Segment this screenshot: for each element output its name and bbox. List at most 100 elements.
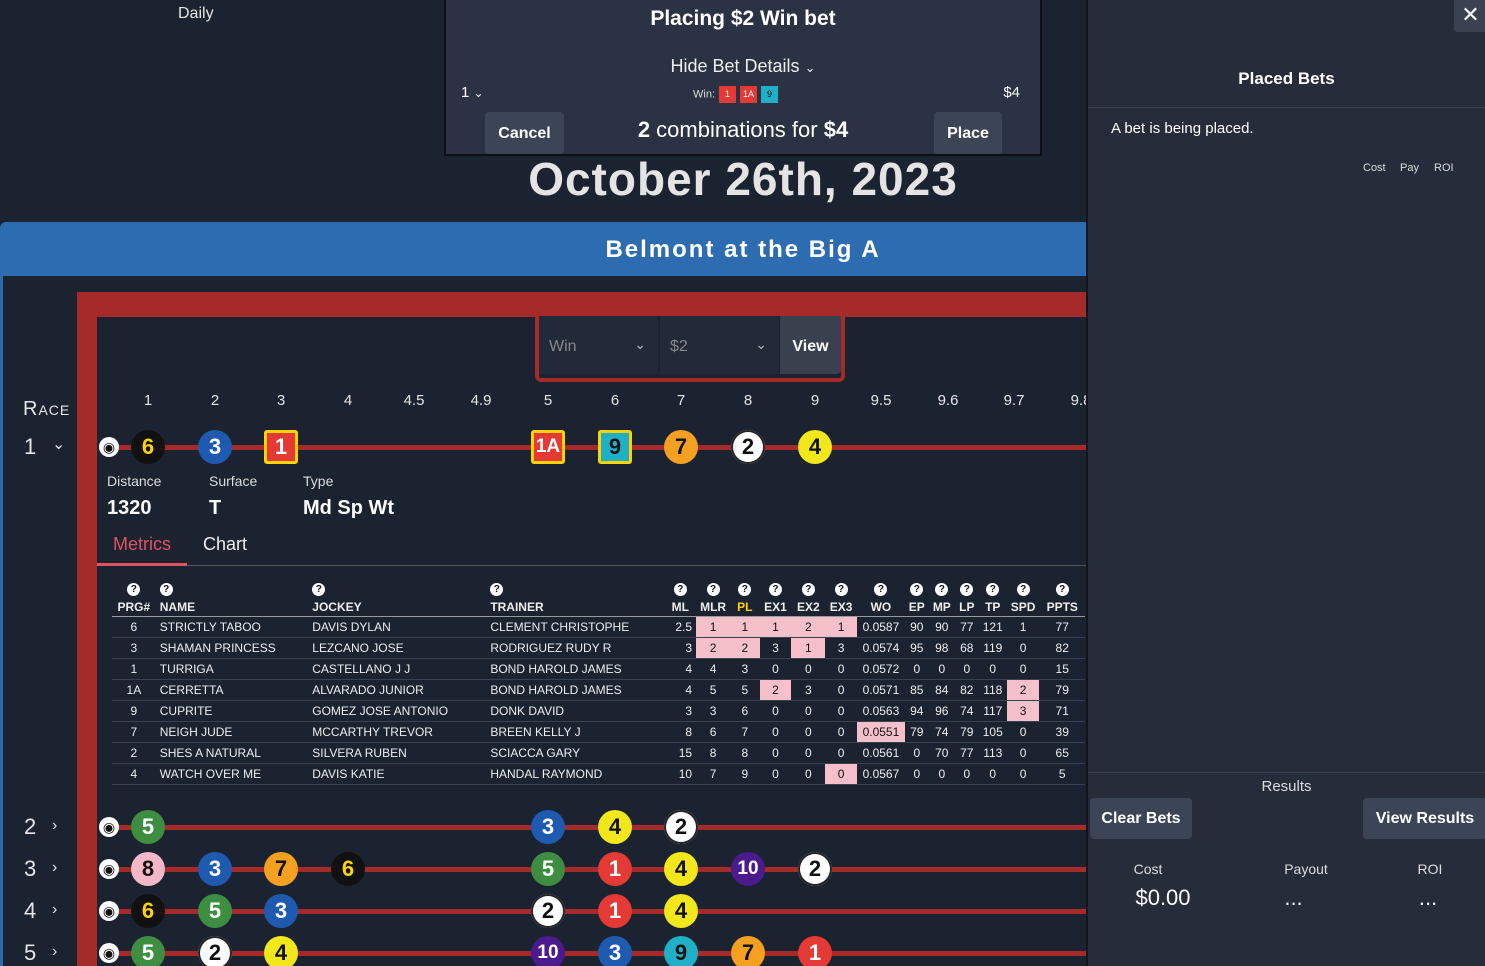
horse-marker[interactable]: 3 [198, 430, 232, 464]
help-icon[interactable]: ? [490, 582, 504, 596]
help-icon[interactable]: ? [768, 582, 782, 596]
horse-marker[interactable]: 4 [664, 852, 698, 886]
horse-marker[interactable]: 1 [798, 936, 832, 966]
column-header[interactable]: SPD [1006, 598, 1040, 617]
quantity-select[interactable]: 1 ⌄ [461, 84, 484, 101]
horse-marker[interactable]: 1 [598, 852, 632, 886]
column-header[interactable]: PPTS [1039, 598, 1085, 617]
cancel-button[interactable]: Cancel [485, 112, 564, 154]
horse-marker[interactable]: 2 [531, 894, 565, 928]
horse-marker[interactable]: 5 [531, 852, 565, 886]
horse-marker[interactable]: 2 [664, 810, 698, 844]
help-icon[interactable]: ? [1016, 582, 1030, 596]
view-results-button[interactable]: View Results [1363, 798, 1485, 839]
help-icon[interactable]: ? [738, 582, 752, 596]
horse-marker[interactable]: 3 [531, 810, 565, 844]
race-number[interactable]: 5 [24, 940, 36, 966]
bet-amount-select[interactable]: $2 ⌄ [660, 316, 779, 374]
help-icon[interactable]: ? [874, 582, 888, 596]
column-header[interactable]: NAME [155, 598, 309, 617]
help-icon[interactable]: ? [834, 582, 848, 596]
horse-marker[interactable]: 5 [198, 894, 232, 928]
race-number[interactable]: 3 [24, 856, 36, 882]
table-row[interactable]: 7 NEIGH JUDE MCCARTHY TREVOR BREEN KELLY J8… [112, 721, 1085, 743]
horse-marker[interactable]: 4 [664, 894, 698, 928]
eye-icon[interactable]: ◉ [99, 943, 119, 963]
chevron-right-icon[interactable]: › [52, 859, 57, 877]
chevron-right-icon[interactable]: › [52, 943, 57, 961]
horse-marker[interactable]: 4 [798, 430, 832, 464]
horse-marker[interactable]: 9 [664, 936, 698, 966]
horse-marker[interactable]: 4 [264, 936, 298, 966]
help-icon[interactable]: ? [127, 582, 141, 596]
race-number[interactable]: 4 [24, 898, 36, 924]
horse-marker[interactable]: 1 [598, 894, 632, 928]
help-icon[interactable]: ? [960, 582, 974, 596]
column-header[interactable]: EX3 [825, 598, 858, 617]
table-row[interactable]: 6 STRICTLY TABOO DAVIS DYLAN CLEMENT CHRIST… [112, 616, 1085, 638]
table-row[interactable]: 9 CUPRITE GOMEZ JOSE ANTONIO DONK DAVID 3 3 6 0… [112, 700, 1085, 722]
horse-marker[interactable]: 1 [264, 430, 298, 464]
horse-marker[interactable]: 2 [198, 936, 232, 966]
table-row[interactable]: 4 WATCH OVER ME DAVIS KATIE HANDAL RAYMOND 1… [112, 763, 1085, 785]
horse-marker[interactable]: 7 [731, 936, 765, 966]
horse-marker[interactable]: 2 [731, 430, 765, 464]
tab-metrics[interactable]: Metrics [113, 534, 171, 555]
close-icon[interactable]: ✕ [1454, 0, 1485, 32]
horse-marker[interactable]: 2 [798, 852, 832, 886]
hide-bet-details-toggle[interactable]: Hide Bet Details ⌄ [446, 56, 1040, 77]
horse-marker[interactable]: 3 [598, 936, 632, 966]
help-icon[interactable]: ? [159, 582, 173, 596]
column-header[interactable]: EP [904, 598, 929, 617]
horse-marker[interactable]: 10 [531, 936, 565, 966]
help-icon[interactable]: ? [312, 582, 326, 596]
horse-marker[interactable]: 6 [131, 894, 165, 928]
horse-marker[interactable]: 3 [264, 894, 298, 928]
place-button[interactable]: Place [934, 112, 1002, 154]
horse-marker[interactable]: 7 [264, 852, 298, 886]
horse-marker[interactable]: 6 [331, 852, 365, 886]
horse-marker[interactable]: 4 [598, 810, 632, 844]
column-header[interactable]: LP [954, 598, 979, 617]
table-row[interactable]: 3 SHAMAN PRINCESS LEZCANO JOSE RODRIGUEZ RU… [112, 637, 1085, 659]
chevron-right-icon[interactable]: › [52, 817, 57, 835]
table-row[interactable]: 1 TURRIGA CASTELLANO J J BOND HAROLD JAMES 4… [112, 658, 1085, 680]
horse-marker[interactable]: 7 [664, 430, 698, 464]
help-icon[interactable]: ? [673, 582, 687, 596]
help-icon[interactable]: ? [910, 582, 924, 596]
eye-icon[interactable]: ◉ [99, 817, 119, 837]
horse-marker[interactable]: 1A [531, 430, 565, 464]
help-icon[interactable]: ? [706, 582, 720, 596]
race-number[interactable]: 1 [24, 434, 36, 460]
column-header[interactable]: MLR [696, 598, 731, 617]
chevron-down-icon[interactable]: ⌄ [52, 434, 65, 454]
column-header[interactable]: MP [928, 598, 955, 617]
horse-marker[interactable]: 6 [131, 430, 165, 464]
column-header[interactable]: ML [664, 598, 697, 617]
column-header[interactable]: EX2 [791, 598, 826, 617]
horse-marker[interactable]: 8 [131, 852, 165, 886]
column-header[interactable]: JOCKEY [308, 598, 487, 617]
help-icon[interactable]: ? [801, 582, 815, 596]
horse-marker[interactable]: 5 [131, 810, 165, 844]
view-button[interactable]: View [780, 316, 841, 374]
eye-icon[interactable]: ◉ [99, 901, 119, 921]
help-icon[interactable]: ? [935, 582, 949, 596]
column-header[interactable]: TP [978, 598, 1007, 617]
eye-icon[interactable]: ◉ [99, 859, 119, 879]
horse-marker[interactable]: 10 [731, 852, 765, 886]
daily-label[interactable]: Daily [178, 5, 214, 23]
help-icon[interactable]: ? [986, 582, 1000, 596]
column-header[interactable]: WO [857, 598, 905, 617]
table-row[interactable]: 1A CERRETTA ALVARADO JUNIOR BOND HAROLD JAM… [112, 679, 1085, 701]
column-header[interactable]: EX1 [759, 598, 792, 617]
column-header[interactable]: PL [730, 598, 760, 617]
horse-marker[interactable]: 9 [598, 430, 632, 464]
chevron-right-icon[interactable]: › [52, 901, 57, 919]
horse-marker[interactable]: 5 [131, 936, 165, 966]
table-row[interactable]: 2 SHES A NATURAL SILVERA RUBEN SCIACCA GARY… [112, 742, 1085, 764]
column-header[interactable]: TRAINER [486, 598, 665, 617]
eye-icon[interactable]: ◉ [99, 437, 119, 457]
column-header[interactable]: PRG# [112, 598, 156, 617]
clear-bets-button[interactable]: Clear Bets [1090, 798, 1192, 839]
